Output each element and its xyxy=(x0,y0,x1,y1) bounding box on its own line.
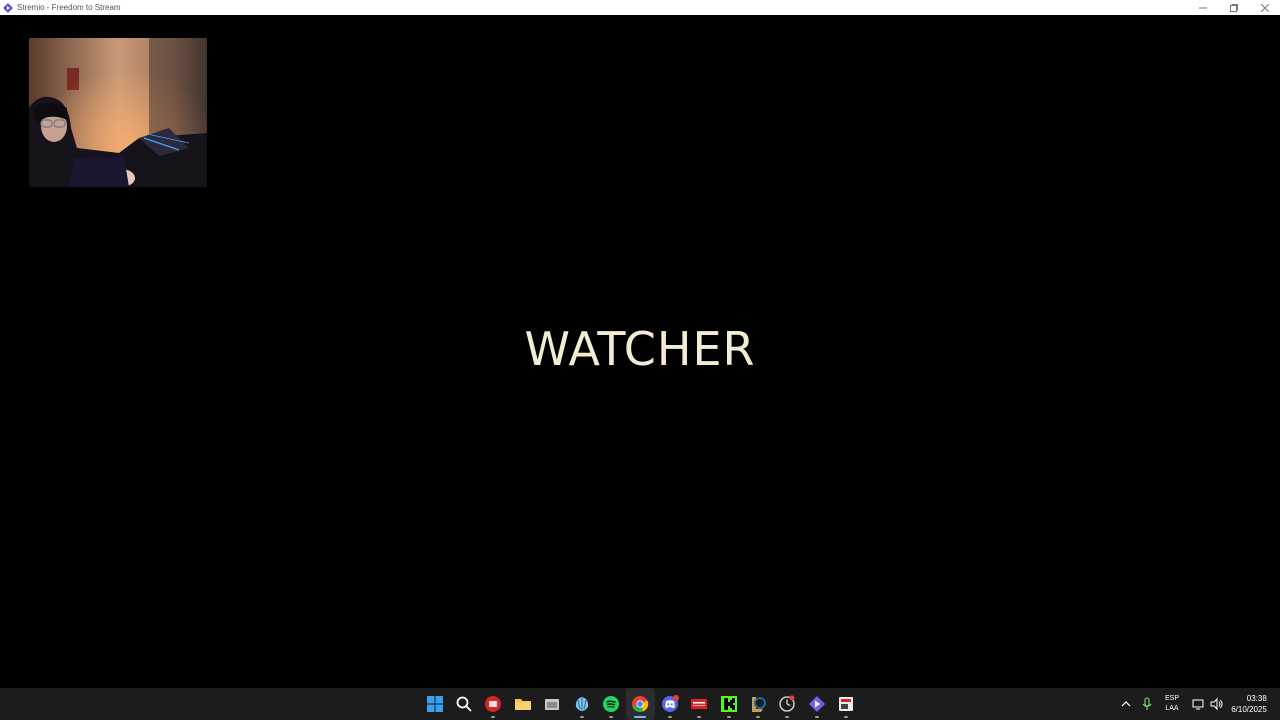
search-icon xyxy=(456,696,472,712)
taskbar-spotify[interactable] xyxy=(596,688,625,720)
stremio-logo-icon xyxy=(3,2,13,13)
app-clock-icon xyxy=(779,695,796,712)
running-indicator xyxy=(609,716,614,718)
restore-icon xyxy=(1229,3,1238,12)
running-indicator xyxy=(667,716,672,718)
running-indicator xyxy=(726,716,731,718)
file-explorer-icon xyxy=(514,699,531,710)
minimize-button[interactable] xyxy=(1187,0,1218,15)
running-indicator xyxy=(785,716,790,718)
taskbar-file-explorer[interactable] xyxy=(508,688,537,720)
app-shell-icon xyxy=(575,697,588,711)
vidio-icon xyxy=(691,699,708,709)
chrome-icon xyxy=(632,696,649,713)
taskbar-chrome[interactable] xyxy=(625,688,656,720)
start-icon xyxy=(426,696,443,712)
running-indicator xyxy=(491,716,496,718)
app-folder-icon xyxy=(545,699,560,710)
taskbar-search-button[interactable] xyxy=(449,688,478,720)
running-indicator xyxy=(814,716,819,718)
network-icon xyxy=(1192,699,1204,710)
app-red-icon xyxy=(485,696,502,712)
taskbar-stremio[interactable] xyxy=(802,688,831,720)
taskbar-app-clock[interactable] xyxy=(773,688,802,720)
tray-language[interactable]: ESP LAA xyxy=(1160,688,1184,720)
active-indicator xyxy=(634,716,647,718)
spotify-icon xyxy=(603,696,620,712)
window-title: Stremio - Freedom to Stream xyxy=(17,3,121,12)
webcam-feed-image xyxy=(29,38,207,187)
taskbar-vidio[interactable] xyxy=(685,688,714,720)
tray-clock[interactable]: 03:38 6/10/2025 xyxy=(1228,688,1270,720)
running-indicator xyxy=(844,716,849,718)
minimize-icon xyxy=(1198,7,1207,8)
taskbar-discord[interactable] xyxy=(655,688,684,720)
tray-network-volume[interactable] xyxy=(1188,688,1228,720)
running-indicator xyxy=(579,716,584,718)
taskbar-apps xyxy=(420,688,861,720)
kick-icon xyxy=(720,696,737,712)
tray-overflow-button[interactable] xyxy=(1116,688,1136,720)
running-indicator xyxy=(755,716,760,718)
subtitle-text: WATCHER xyxy=(524,322,756,376)
league-icon xyxy=(751,697,766,712)
clock-time: 03:38 xyxy=(1246,694,1267,703)
start-button[interactable] xyxy=(420,688,449,720)
taskbar-app-badge[interactable] xyxy=(831,688,860,720)
webcam-overlay xyxy=(29,38,207,187)
taskbar-league[interactable] xyxy=(743,688,772,720)
close-icon xyxy=(1260,3,1269,12)
taskbar-app-shell[interactable] xyxy=(567,688,596,720)
window-titlebar: Stremio - Freedom to Stream xyxy=(0,0,1280,15)
language-code: ESP xyxy=(1164,695,1179,702)
clock-date: 6/10/2025 xyxy=(1231,705,1267,714)
taskbar: ESP LAA 03:38 6/10/2025 xyxy=(0,688,1280,720)
app-badge-icon xyxy=(839,697,854,711)
close-button[interactable] xyxy=(1249,0,1280,15)
chevron-up-icon xyxy=(1121,701,1131,707)
taskbar-kick[interactable] xyxy=(714,688,743,720)
discord-icon xyxy=(661,695,679,712)
keyboard-layout: LAA xyxy=(1165,705,1179,712)
tray-microphone[interactable] xyxy=(1138,688,1156,720)
running-indicator xyxy=(697,716,702,718)
stremio-icon xyxy=(808,696,825,712)
microphone-icon xyxy=(1142,697,1152,710)
restore-button[interactable] xyxy=(1218,0,1249,15)
volume-icon xyxy=(1210,698,1223,710)
taskbar-app-folder[interactable] xyxy=(538,688,567,720)
taskbar-app-red[interactable] xyxy=(479,688,508,720)
